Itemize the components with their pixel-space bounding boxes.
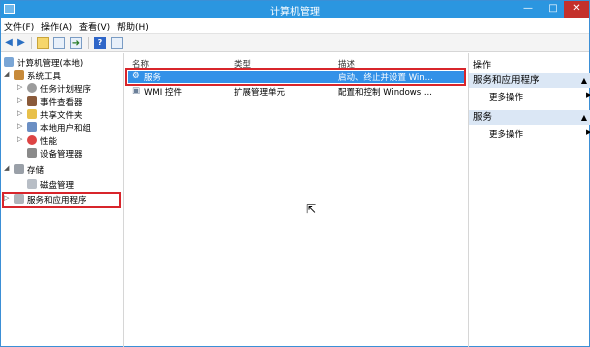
- submenu-arrow-icon: ▶: [586, 128, 590, 136]
- device-manager-icon: [27, 148, 37, 158]
- tree-item-system-tools[interactable]: ◢ 系统工具: [4, 70, 61, 83]
- export-list-icon[interactable]: ➜: [70, 37, 82, 49]
- actions-pane: 操作 服务和应用程序 ▲ 更多操作 ▶ 服务 ▲ 更多操作 ▶: [468, 53, 590, 347]
- window-title: 计算机管理: [270, 7, 320, 18]
- tree-item-disk-management[interactable]: 磁盘管理: [27, 179, 74, 192]
- expand-arrow-icon[interactable]: ▷: [17, 122, 22, 130]
- minimize-button[interactable]: —: [516, 1, 540, 18]
- menu-action[interactable]: 操作(A): [41, 20, 72, 33]
- shared-folder-icon: [27, 109, 37, 119]
- storage-icon: [14, 164, 24, 174]
- collapse-arrow-icon[interactable]: ◢: [4, 164, 9, 172]
- menu-bar: 文件(F) 操作(A) 查看(V) 帮助(H): [1, 18, 589, 34]
- expand-arrow-icon[interactable]: ▷: [17, 83, 22, 91]
- center-pane: 名称 类型 描述 ⚙ 服务 启动、终止并设置 Win... ▣ WMI 控件 扩…: [126, 53, 466, 347]
- close-button[interactable]: ✕: [564, 1, 589, 18]
- more-actions-link-2[interactable]: 更多操作 ▶: [489, 128, 590, 140]
- expand-arrow-icon[interactable]: ▷: [17, 135, 22, 143]
- collapse-up-icon[interactable]: ▲: [581, 73, 587, 88]
- computer-management-window: 计算机管理 — □ ✕ 文件(F) 操作(A) 查看(V) 帮助(H) ◀ ▶ …: [0, 0, 590, 347]
- tree-item-task-scheduler[interactable]: ▷ 任务计划程序: [17, 83, 91, 96]
- tree-item-performance[interactable]: ▷ 性能: [17, 135, 57, 148]
- action-group-services-apps[interactable]: 服务和应用程序 ▲: [469, 73, 590, 88]
- up-folder-icon[interactable]: [37, 37, 49, 49]
- tree-item-shared-folders[interactable]: ▷ 共享文件夹: [17, 109, 83, 122]
- computer-icon: [4, 57, 14, 67]
- list-item-wmi[interactable]: ▣ WMI 控件 扩展管理单元 配置和控制 Windows ...: [128, 86, 464, 98]
- back-icon[interactable]: ◀: [3, 37, 15, 49]
- submenu-arrow-icon: ▶: [586, 91, 590, 99]
- performance-icon: [27, 135, 37, 145]
- toolbar-separator: [31, 37, 32, 49]
- tree-item-storage[interactable]: ◢ 存储: [4, 164, 44, 177]
- collapse-up-icon[interactable]: ▲: [581, 110, 587, 125]
- properties-icon[interactable]: [111, 37, 123, 49]
- wmi-icon: ▣: [132, 86, 141, 96]
- menu-file[interactable]: 文件(F): [4, 20, 34, 33]
- more-actions-link-1[interactable]: 更多操作 ▶: [489, 91, 590, 103]
- toolbar-separator: [88, 37, 89, 49]
- tree-item-local-users[interactable]: ▷ 本地用户和组: [17, 122, 91, 135]
- toolbar: ◀ ▶ ➜ ?: [1, 34, 589, 52]
- clock-icon: [27, 83, 37, 93]
- highlight-box-tree: [2, 192, 121, 208]
- expand-arrow-icon[interactable]: ▷: [17, 109, 22, 117]
- collapse-arrow-icon[interactable]: ◢: [4, 70, 9, 78]
- expand-arrow-icon[interactable]: ▷: [17, 96, 22, 104]
- highlight-box-services: [125, 68, 466, 86]
- tree-item-root[interactable]: 计算机管理(本地): [4, 57, 83, 70]
- menu-view[interactable]: 查看(V): [79, 20, 110, 33]
- forward-icon[interactable]: ▶: [15, 37, 27, 49]
- title-bar: 计算机管理 — □ ✕: [1, 1, 589, 18]
- tools-icon: [14, 70, 24, 80]
- help-icon[interactable]: ?: [94, 37, 106, 49]
- event-viewer-icon: [27, 96, 37, 106]
- menu-help[interactable]: 帮助(H): [117, 20, 149, 33]
- maximize-button[interactable]: □: [541, 1, 565, 18]
- action-group-services[interactable]: 服务 ▲: [469, 110, 590, 125]
- disk-icon: [27, 179, 37, 189]
- tree-item-event-viewer[interactable]: ▷ 事件查看器: [17, 96, 83, 109]
- mouse-cursor-icon: ⇱: [306, 202, 317, 216]
- users-icon: [27, 122, 37, 132]
- show-hide-tree-icon[interactable]: [53, 37, 65, 49]
- actions-title: 操作: [473, 61, 492, 71]
- tree-item-device-manager[interactable]: 设备管理器: [27, 148, 83, 161]
